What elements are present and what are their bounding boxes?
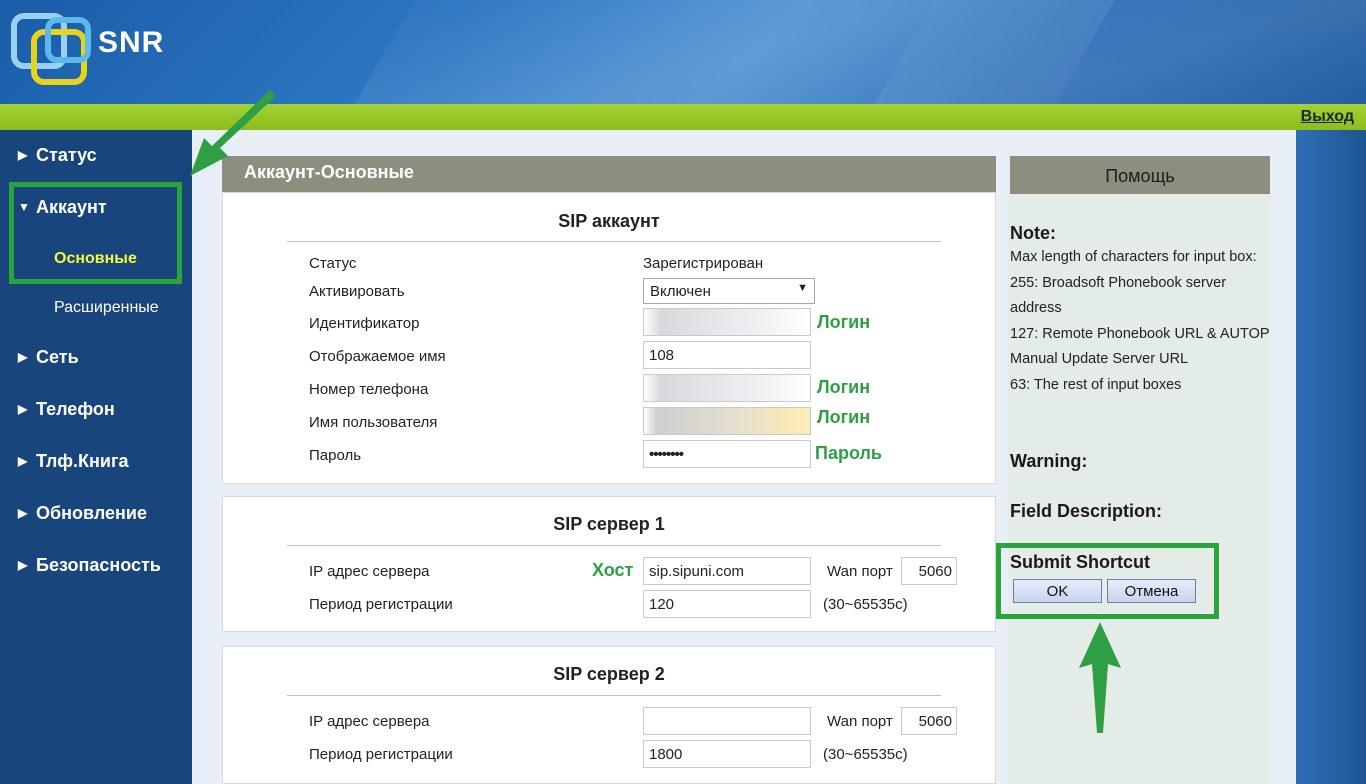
expand-arrow-icon: ▶	[18, 402, 28, 416]
identifier-label: Идентификатор	[309, 315, 420, 332]
sidebar-item-label: Сеть	[36, 347, 79, 367]
wan-port-field[interactable]: 5060	[901, 557, 957, 585]
section-divider	[287, 545, 941, 546]
help-title: Помощь	[1010, 156, 1270, 194]
identifier-field[interactable]	[643, 308, 811, 336]
status-label: Статус	[309, 255, 357, 272]
phone-number-label: Номер телефона	[309, 381, 429, 398]
help-note-line: 127: Remote Phonebook URL & AUTOP Manual…	[1010, 325, 1270, 368]
annotation-login: Логин	[817, 312, 871, 332]
wan-port-label: Wan порт	[827, 713, 893, 730]
help-note-text: Max length of characters for input box: …	[1010, 245, 1272, 398]
server-ip-field[interactable]: sip.sipuni.com	[643, 557, 811, 585]
help-warning-heading: Warning:	[1010, 451, 1088, 471]
section-divider	[287, 695, 941, 696]
wan-port-field[interactable]: 5060	[901, 707, 957, 735]
right-margin-panel	[1296, 130, 1366, 784]
help-note-line: 63: The rest of input boxes	[1010, 376, 1182, 393]
server-ip-label: IP адрес сервера	[309, 563, 430, 580]
display-name-label: Отображаемое имя	[309, 348, 446, 365]
page-title: Аккаунт-Основные	[222, 156, 996, 192]
sidebar-item-phone[interactable]: ▶ Телефон	[18, 399, 115, 420]
annotation-login: Логин	[817, 377, 871, 397]
expand-arrow-icon: ▶	[18, 506, 28, 520]
sip-account-section: SIP аккаунт Статус Зарегистрирован Актив…	[222, 192, 996, 484]
sip-server-2-section: SIP сервер 2 IP адрес сервера Wan порт 5…	[222, 646, 996, 784]
sidebar-item-phonebook[interactable]: ▶ Тлф.Книга	[18, 451, 128, 472]
sidebar-item-label: Тлф.Книга	[36, 451, 129, 471]
expand-arrow-icon: ▶	[18, 454, 28, 468]
activate-select[interactable]: Включен ▼	[643, 278, 815, 304]
registration-period-field[interactable]: 1800	[643, 740, 811, 768]
username-field[interactable]	[643, 407, 811, 435]
registration-period-label: Период регистрации	[309, 596, 453, 613]
help-note-line: Max length of characters for input box:	[1010, 249, 1257, 265]
highlight-box-account	[9, 182, 182, 284]
sidebar-subitem-advanced[interactable]: Расширенные	[54, 299, 159, 317]
help-note-line: 255: Broadsoft Phonebook server address	[1010, 274, 1227, 317]
username-label: Имя пользователя	[309, 414, 438, 431]
section-title: SIP сервер 1	[553, 514, 665, 534]
sidebar-item-label: Безопасность	[36, 555, 161, 575]
status-value: Зарегистрирован	[643, 255, 764, 272]
logout-link[interactable]: Выход	[1301, 108, 1354, 126]
annotation-arrow-icon	[190, 90, 276, 176]
server-ip-label: IP адрес сервера	[309, 713, 430, 730]
expand-arrow-icon: ▶	[18, 350, 28, 364]
annotation-host: Хост	[592, 560, 634, 580]
expand-arrow-icon: ▶	[18, 148, 28, 162]
section-title: SIP аккаунт	[558, 211, 660, 231]
wan-port-label: Wan порт	[827, 563, 893, 580]
sidebar-item-status[interactable]: ▶ Статус	[18, 145, 97, 166]
sidebar-item-label: Телефон	[36, 399, 115, 419]
sidebar-item-network[interactable]: ▶ Сеть	[18, 347, 79, 368]
registration-period-field[interactable]: 120	[643, 590, 811, 618]
display-name-field[interactable]: 108	[643, 341, 811, 369]
password-field[interactable]: ••••••••	[643, 440, 811, 468]
help-note-heading: Note:	[1010, 223, 1056, 243]
registration-period-label: Период регистрации	[309, 746, 453, 763]
period-range-hint: (30~65535с)	[823, 596, 908, 613]
annotation-login: Логин	[817, 407, 871, 427]
sidebar-item-label: Обновление	[36, 503, 147, 523]
period-range-hint: (30~65535с)	[823, 746, 908, 763]
sidebar-item-upgrade[interactable]: ▶ Обновление	[18, 503, 147, 524]
section-divider	[287, 241, 941, 242]
annotation-password: Пароль	[815, 443, 882, 463]
phone-number-field[interactable]	[643, 374, 811, 402]
help-field-description-heading: Field Description:	[1010, 501, 1163, 521]
sidebar-item-security[interactable]: ▶ Безопасность	[18, 555, 161, 576]
password-label: Пароль	[309, 447, 362, 464]
activate-label: Активировать	[309, 283, 405, 300]
highlight-box-submit	[996, 543, 1219, 619]
header-decoration	[853, 0, 1366, 104]
expand-arrow-icon: ▶	[18, 558, 28, 572]
server-ip-field[interactable]	[643, 707, 811, 735]
sidebar-item-label: Статус	[36, 145, 97, 165]
dropdown-arrow-icon: ▼	[797, 282, 808, 294]
logo-text: SNR	[98, 26, 165, 59]
annotation-arrow-icon	[1079, 622, 1121, 733]
activate-selected-value: Включен	[650, 283, 711, 300]
section-title: SIP сервер 2	[553, 664, 665, 684]
